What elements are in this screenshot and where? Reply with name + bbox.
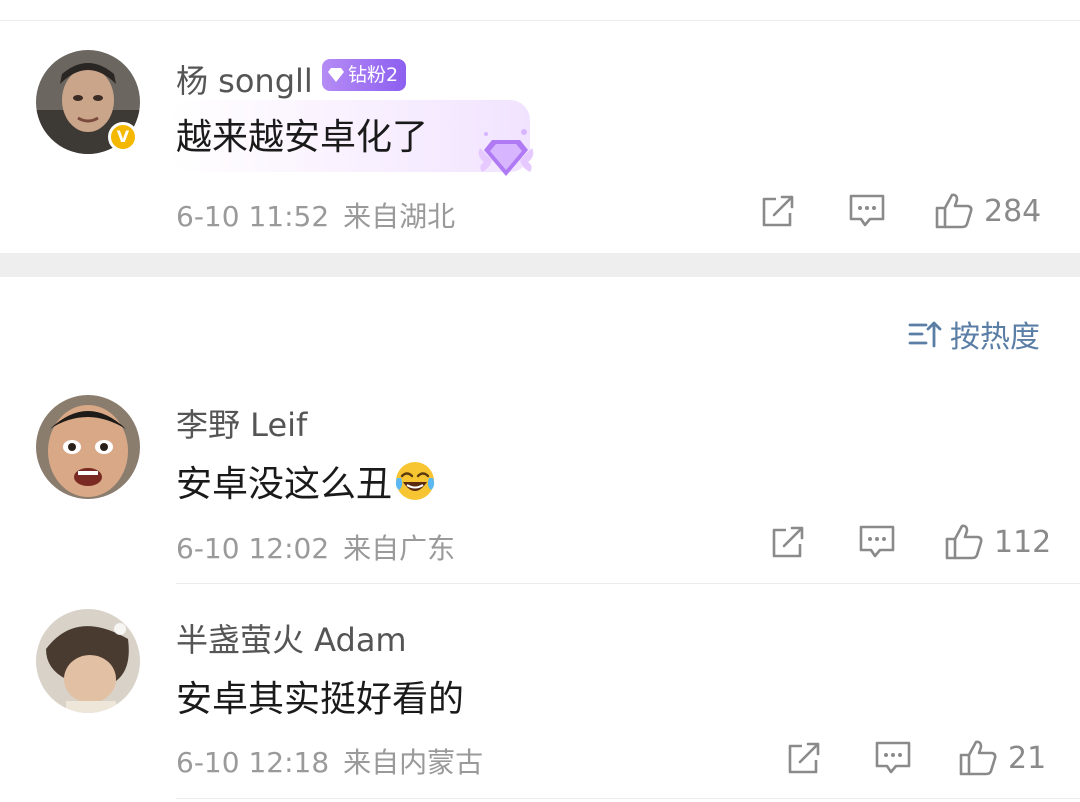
diamond-decoration-icon: [478, 129, 534, 176]
avatar[interactable]: [36, 609, 140, 713]
laugh-cry-emoji-icon: [395, 462, 435, 500]
comment-text-content: 安卓没这么丑: [176, 464, 393, 505]
share-button[interactable]: [786, 738, 822, 778]
share-button[interactable]: [760, 191, 796, 231]
reply-button[interactable]: [874, 738, 912, 778]
comment-meta: 6-10 11:52 来自湖北: [176, 195, 455, 235]
comment-meta: 6-10 12:18 来自内蒙古: [176, 741, 483, 781]
comment-time: 6-10 12:18: [176, 746, 330, 779]
comment-divider: [176, 583, 1080, 584]
comment-text: 安卓其实挺好看的: [176, 679, 465, 720]
comment-meta: 6-10 12:02 来自广东: [176, 527, 455, 567]
share-button[interactable]: [770, 522, 806, 562]
share-icon: [762, 195, 794, 227]
diamond-icon: [328, 68, 344, 82]
fan-level-badge: 钻粉2: [322, 59, 407, 91]
comment-time: 6-10 11:52: [176, 200, 330, 233]
like-button[interactable]: 284: [934, 191, 1041, 231]
avatar[interactable]: [36, 395, 140, 499]
like-count: 112: [994, 524, 1052, 560]
comment-icon: [859, 525, 895, 558]
reply-button[interactable]: [848, 191, 886, 231]
sort-label: 按热度: [950, 320, 1040, 355]
like-count: 284: [984, 193, 1042, 229]
username[interactable]: 李野 Leif: [176, 400, 307, 446]
comment-icon: [875, 741, 911, 774]
comment-location: 来自湖北: [343, 200, 456, 233]
username[interactable]: 杨 songll: [176, 56, 313, 102]
comment-text: 越来越安卓化了: [176, 117, 429, 158]
share-icon: [772, 526, 804, 558]
like-button[interactable]: 21: [958, 738, 1046, 778]
like-count: 21: [1008, 740, 1047, 776]
fan-level-label: 钻粉2: [348, 64, 399, 86]
thumbs-up-icon: [935, 193, 973, 229]
section-separator: [0, 253, 1080, 277]
comment-time: 6-10 12:02: [176, 532, 330, 565]
username[interactable]: 半盏萤火 Adam: [176, 615, 407, 661]
share-icon: [788, 742, 820, 774]
thumbs-up-icon: [959, 740, 997, 776]
comment-divider: [176, 798, 1080, 799]
comment-icon: [849, 194, 885, 227]
sort-toggle[interactable]: 按热度: [908, 312, 1040, 356]
comment-location: 来自内蒙古: [343, 746, 484, 779]
top-divider: [0, 20, 1080, 21]
comment-location: 来自广东: [343, 532, 456, 565]
sort-icon: [908, 321, 942, 348]
comment-text: 安卓没这么丑: [176, 455, 436, 507]
thumbs-up-icon: [945, 524, 983, 560]
like-button[interactable]: 112: [944, 522, 1051, 562]
reply-button[interactable]: [858, 522, 896, 562]
verified-badge-icon: V: [108, 122, 138, 152]
